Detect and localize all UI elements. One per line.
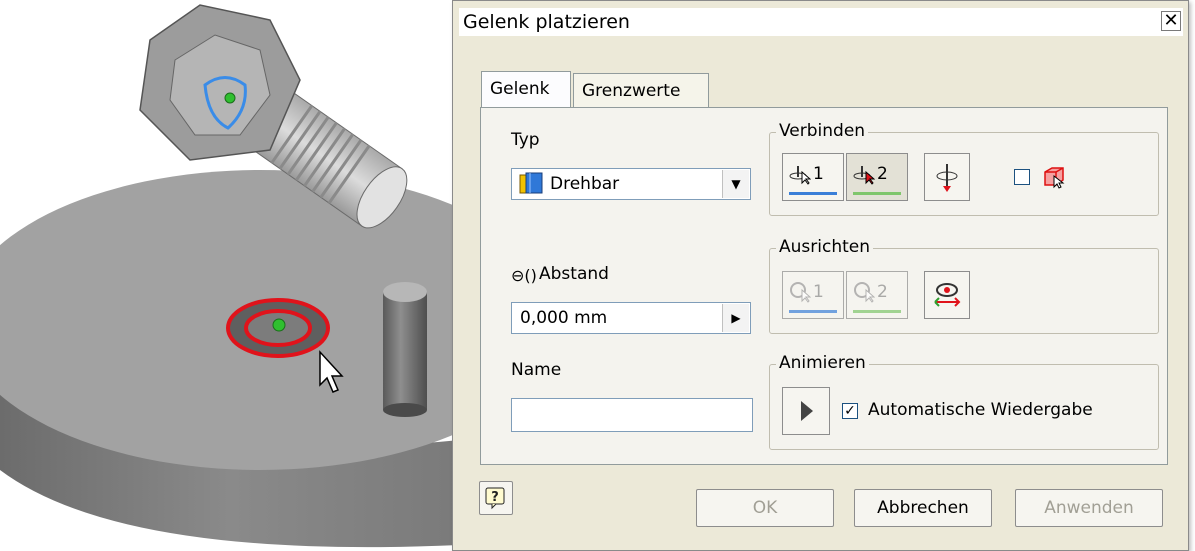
name-field[interactable] bbox=[511, 398, 753, 432]
animate-group-title: Animieren bbox=[776, 353, 869, 373]
offset-label: Abstand bbox=[539, 264, 609, 284]
animate-group: Animieren ✓ Automatische Wiedergabe bbox=[769, 353, 1159, 450]
auto-play-checkbox[interactable]: ✓ bbox=[842, 403, 858, 419]
tab-gelenk[interactable]: Gelenk bbox=[481, 71, 571, 107]
align-origin-1-button[interactable]: 1 bbox=[782, 271, 844, 319]
name-label: Name bbox=[511, 360, 562, 380]
model-viewport[interactable] bbox=[0, 0, 460, 551]
place-joint-dialog: Gelenk platzieren ✕ Gelenk Grenzwerte Ty… bbox=[452, 0, 1189, 551]
play-button[interactable] bbox=[782, 387, 830, 435]
assembly-scene[interactable] bbox=[0, 0, 460, 551]
connect-group: Verbinden 1 2 bbox=[769, 121, 1159, 216]
help-button[interactable]: ? bbox=[479, 481, 513, 515]
align-1-label: 1 bbox=[813, 282, 824, 302]
dialog-title: Gelenk platzieren bbox=[463, 11, 630, 33]
align-2-label: 2 bbox=[877, 282, 888, 302]
red-cube-select-icon[interactable] bbox=[1042, 165, 1066, 193]
offset-value: 0,000 mm bbox=[520, 308, 608, 328]
align-origin-2-icon bbox=[854, 282, 875, 303]
blue-underline bbox=[789, 192, 837, 195]
flip-direction-button[interactable] bbox=[924, 153, 970, 201]
green-underline bbox=[853, 192, 901, 195]
type-label: Typ bbox=[511, 130, 540, 150]
joint-type-value: Drehbar bbox=[550, 174, 620, 194]
connect-2-label: 2 bbox=[877, 164, 888, 184]
chevron-down-icon[interactable]: ▼ bbox=[722, 170, 749, 198]
align-group: Ausrichten 1 2 bbox=[769, 237, 1159, 334]
joint-origin-point bbox=[272, 318, 286, 332]
chevron-right-icon[interactable]: ▶ bbox=[722, 304, 749, 332]
pin-top bbox=[383, 282, 427, 302]
connect-origin-1-button[interactable]: 1 bbox=[782, 153, 844, 201]
apply-button[interactable]: Anwenden bbox=[1015, 489, 1163, 527]
select-origin-2-icon bbox=[853, 166, 875, 185]
dialog-titlebar[interactable]: Gelenk platzieren ✕ bbox=[459, 8, 1183, 36]
select-origin-1-icon bbox=[789, 166, 811, 185]
swap-alignment-button[interactable] bbox=[924, 271, 970, 319]
swap-alignment-icon bbox=[934, 283, 961, 307]
auto-play-label: Automatische Wiedergabe bbox=[868, 400, 1093, 420]
close-button[interactable]: ✕ bbox=[1161, 11, 1181, 31]
align-group-title: Ausrichten bbox=[776, 237, 873, 257]
pin-body bbox=[383, 292, 427, 410]
cancel-button[interactable]: Abbrechen bbox=[854, 489, 992, 527]
tab-panel-gelenk: Typ Drehbar ▼ Verbinden 1 2 ⊖() Abstand … bbox=[480, 107, 1168, 465]
green-underline bbox=[853, 310, 901, 313]
ok-button[interactable]: OK bbox=[696, 489, 834, 527]
connect-group-title: Verbinden bbox=[776, 121, 869, 141]
align-origin-2-button[interactable]: 2 bbox=[846, 271, 908, 319]
offset-input[interactable]: 0,000 mm ▶ bbox=[511, 302, 751, 334]
blue-underline bbox=[789, 310, 837, 313]
flip-direction-icon bbox=[936, 164, 958, 192]
align-origin-1-icon bbox=[790, 282, 811, 303]
connect-1-label: 1 bbox=[813, 164, 824, 184]
connect-checkbox[interactable] bbox=[1014, 169, 1030, 185]
play-icon bbox=[801, 401, 813, 421]
joint-type-dropdown[interactable]: Drehbar ▼ bbox=[511, 168, 751, 200]
offset-icon: ⊖() bbox=[511, 266, 537, 285]
bolt-origin-point bbox=[224, 92, 236, 104]
revolute-joint-icon bbox=[518, 172, 544, 200]
tab-grenzwerte[interactable]: Grenzwerte bbox=[573, 73, 709, 107]
close-icon: ✕ bbox=[1163, 10, 1179, 31]
svg-text:?: ? bbox=[491, 490, 499, 505]
help-icon: ? bbox=[485, 487, 505, 510]
connect-origin-2-button[interactable]: 2 bbox=[846, 153, 908, 201]
